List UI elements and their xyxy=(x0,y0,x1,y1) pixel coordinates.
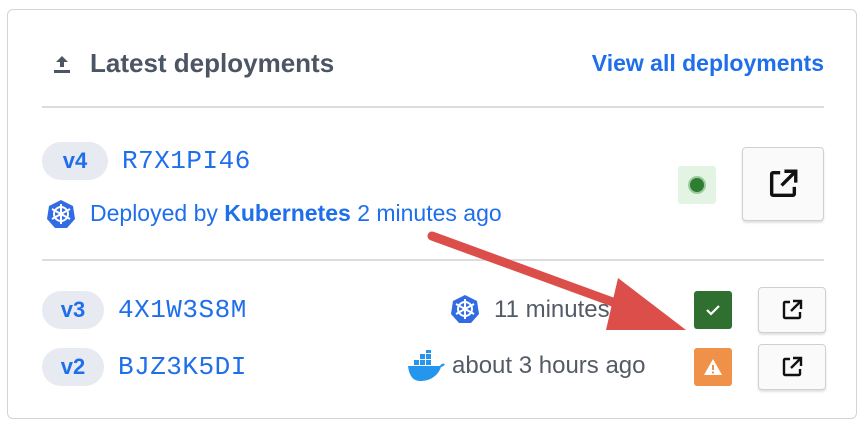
version-badge: v3 xyxy=(42,291,104,329)
version-badge: v4 xyxy=(42,142,108,180)
kubernetes-icon xyxy=(451,295,479,323)
deployment-time: 11 minutes ago xyxy=(494,296,657,323)
docker-icon xyxy=(408,350,445,381)
running-dot-icon xyxy=(688,176,706,194)
external-link-icon xyxy=(782,299,803,320)
upload-icon xyxy=(54,56,70,73)
status-warning-badge xyxy=(694,348,732,386)
warning-icon xyxy=(704,359,722,375)
view-all-deployments-link[interactable]: View all deployments xyxy=(592,50,824,77)
status-running-indicator xyxy=(678,166,716,204)
open-deployment-button[interactable] xyxy=(742,147,824,221)
status-success-badge xyxy=(694,291,732,329)
deployment-time: 2 minutes ago xyxy=(357,200,502,226)
checkmark-icon xyxy=(706,305,720,316)
commit-sha-link[interactable]: R7X1PI46 xyxy=(122,146,251,176)
version-badge: v2 xyxy=(42,348,104,386)
deployer-name-link[interactable]: Kubernetes xyxy=(224,200,351,226)
deployment-time: about 3 hours ago xyxy=(452,352,646,379)
open-deployment-button[interactable] xyxy=(758,287,826,333)
commit-sha-link[interactable]: 4X1W3S8M xyxy=(118,295,247,325)
commit-sha-link[interactable]: BJZ3K5DI xyxy=(118,352,247,382)
open-deployment-button[interactable] xyxy=(758,344,826,390)
deployments-panel: Latest deployments View all deployments … xyxy=(7,9,857,419)
external-link-icon xyxy=(782,356,803,377)
panel-title: Latest deployments xyxy=(90,48,335,78)
deployed-by-text: Deployed by Kubernetes 2 minutes ago xyxy=(90,200,502,227)
section-divider xyxy=(42,259,824,261)
external-link-icon xyxy=(769,169,798,198)
deployed-by-prefix: Deployed by xyxy=(90,200,218,226)
header-divider xyxy=(42,106,824,108)
kubernetes-icon xyxy=(47,200,75,228)
